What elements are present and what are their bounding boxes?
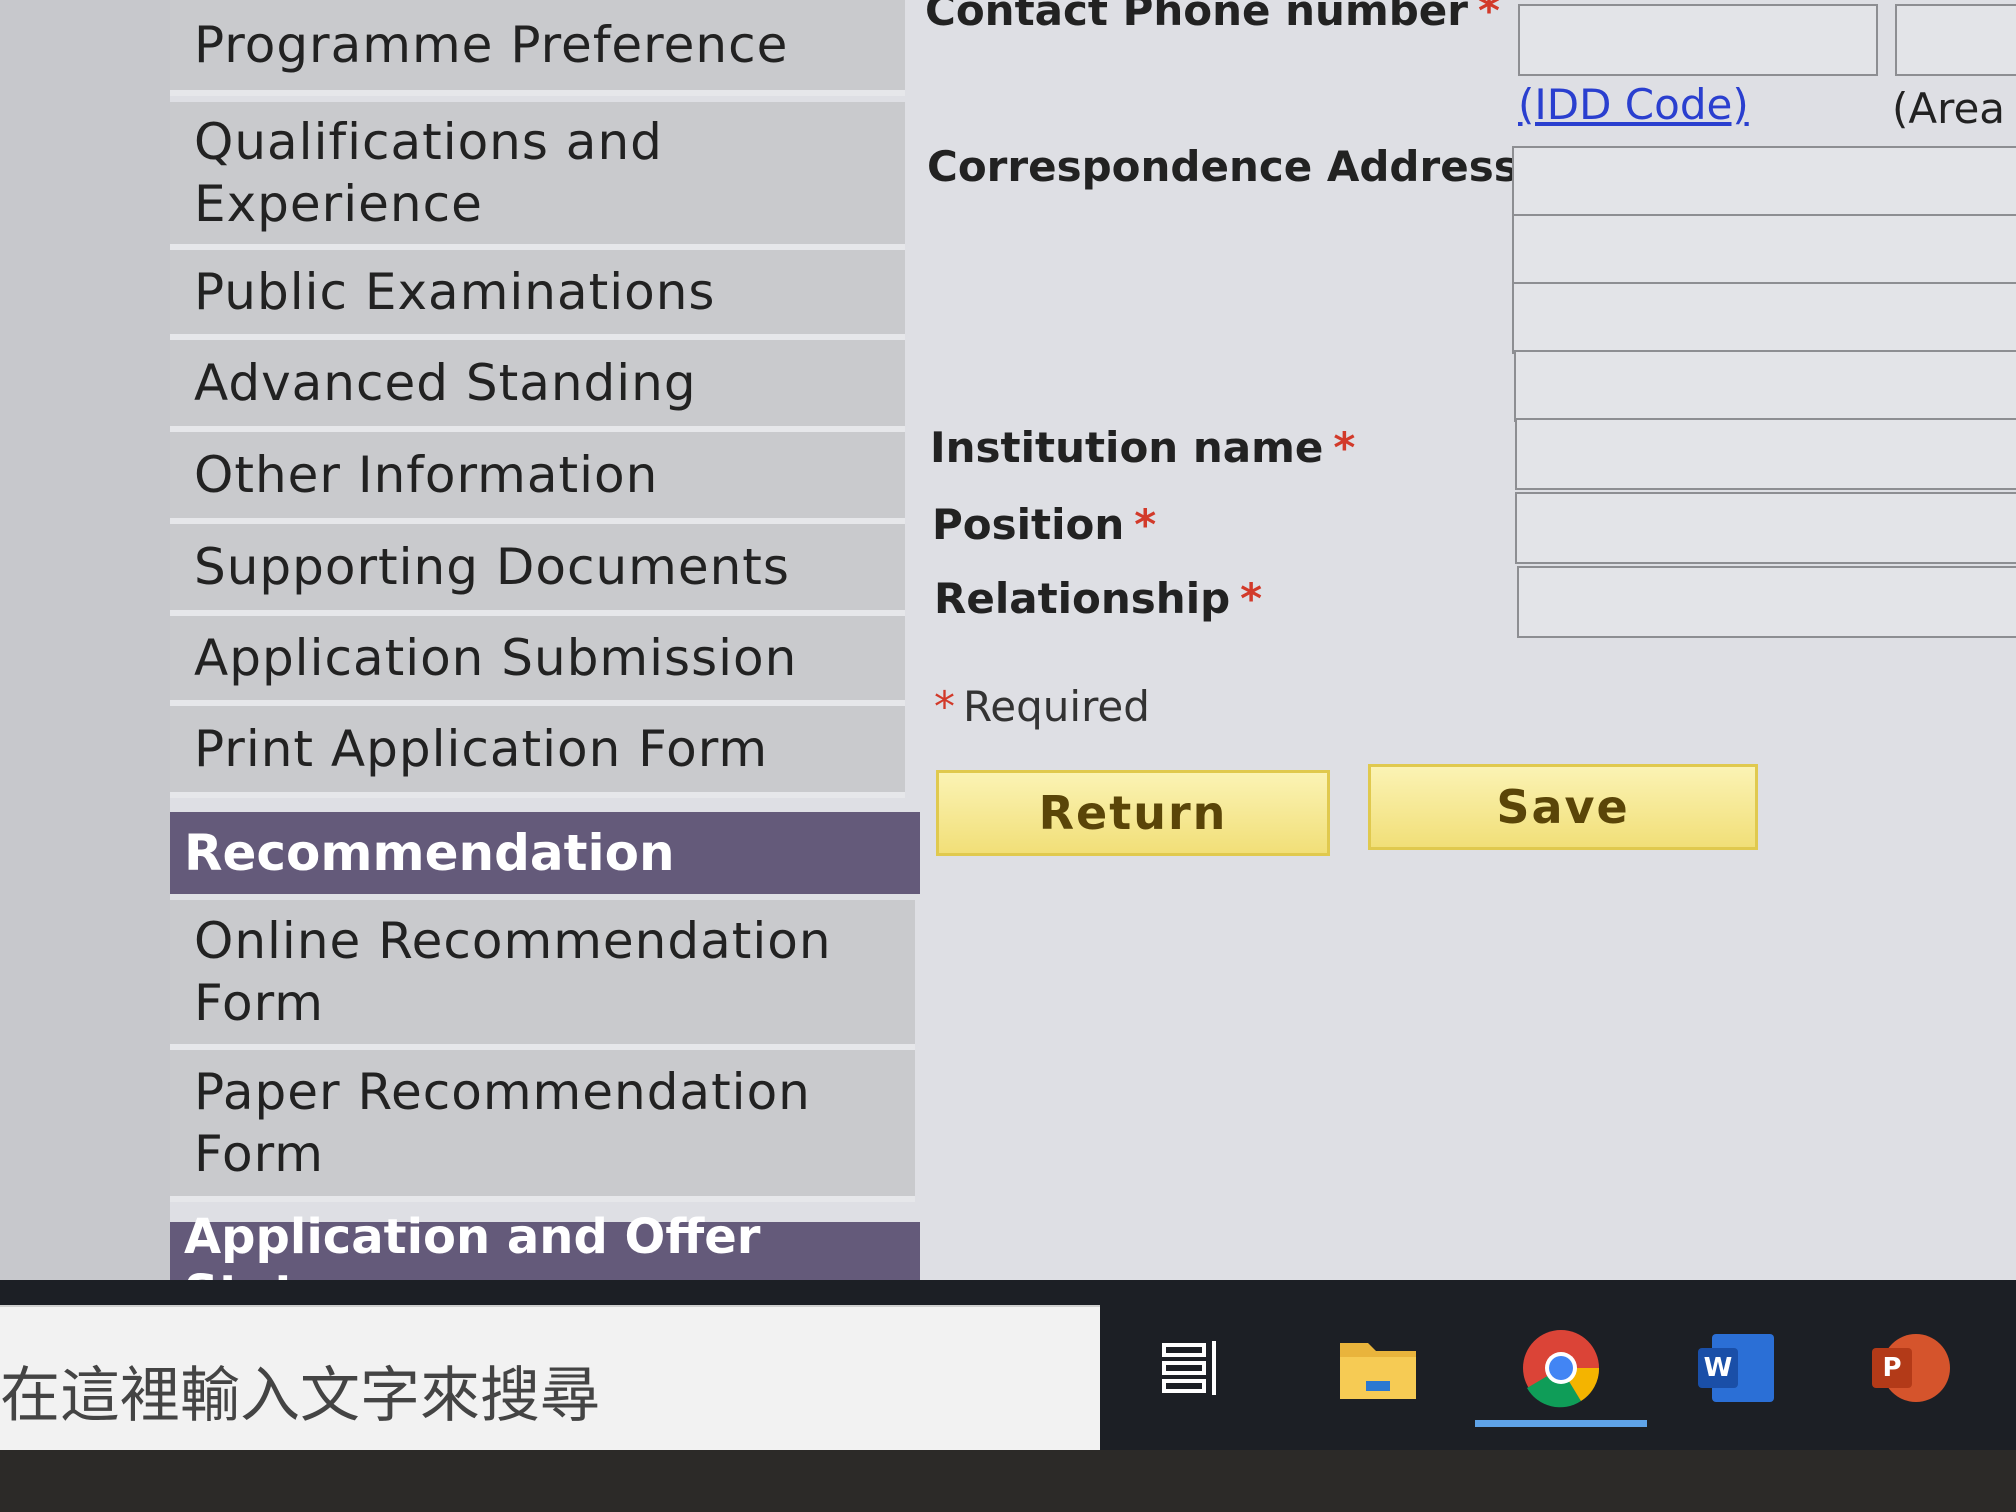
sidebar-item-programme-preference[interactable]: Programme Preference bbox=[170, 0, 905, 96]
search-placeholder: 在這裡輸入文字來搜尋 bbox=[0, 1361, 600, 1431]
sidebar-item-label: Programme Preference bbox=[194, 16, 789, 74]
sidebar-item-public-examinations[interactable]: Public Examinations bbox=[170, 250, 905, 340]
sidebar-item-label: Paper Recommendation Form bbox=[194, 1063, 811, 1183]
position-input[interactable] bbox=[1515, 492, 2016, 564]
contact-phone-label: Contact Phone number * bbox=[925, 0, 1500, 35]
sidebar-item-paper-recommendation[interactable]: Paper Recommendation Form bbox=[170, 1050, 915, 1202]
sidebar-item-label: Other Information bbox=[194, 446, 659, 504]
sidebar-item-other-information[interactable]: Other Information bbox=[170, 432, 905, 524]
section-heading-label: Recommendation bbox=[184, 824, 675, 882]
chrome-icon[interactable] bbox=[1513, 1320, 1609, 1416]
sidebar-item-label: Application Submission bbox=[194, 629, 798, 687]
taskbar-search-box[interactable]: 在這裡輸入文字來搜尋 bbox=[0, 1305, 1100, 1452]
screen-bezel bbox=[0, 0, 170, 1310]
address-line-1-input[interactable] bbox=[1512, 146, 2016, 218]
phone-idd-input[interactable] bbox=[1518, 4, 1878, 76]
relationship-input[interactable] bbox=[1517, 566, 2016, 638]
sidebar-item-print-application-form[interactable]: Print Application Form bbox=[170, 706, 905, 798]
file-explorer-icon[interactable] bbox=[1330, 1320, 1426, 1416]
sidebar-item-label: Supporting Documents bbox=[194, 538, 790, 596]
sidebar-item-label: Qualifications and Experience bbox=[194, 113, 663, 233]
section-heading-recommendation: Recommendation bbox=[170, 812, 920, 894]
save-button[interactable]: Save bbox=[1368, 764, 1758, 850]
sidebar-item-label: Public Examinations bbox=[194, 263, 716, 321]
idd-code-link[interactable]: (IDD Code) bbox=[1518, 80, 1749, 129]
phone-area-input[interactable] bbox=[1895, 4, 2016, 76]
area-code-label: (Area bbox=[1892, 84, 2006, 133]
sidebar-item-qualifications[interactable]: Qualifications and Experience bbox=[170, 102, 905, 250]
sidebar-item-label: Print Application Form bbox=[194, 720, 769, 778]
institution-name-label: Institution name * bbox=[930, 423, 1356, 472]
word-icon[interactable]: W bbox=[1688, 1320, 1784, 1416]
active-app-indicator bbox=[1475, 1420, 1647, 1427]
monitor-bezel-bottom bbox=[0, 1450, 2016, 1512]
address-line-3-input[interactable] bbox=[1512, 282, 2016, 354]
position-label: Position * bbox=[932, 500, 1157, 549]
institution-name-input[interactable] bbox=[1515, 418, 2016, 490]
svg-text:W: W bbox=[1704, 1353, 1733, 1383]
sidebar-nav: Programme Preference Qualifications and … bbox=[170, 0, 920, 1321]
address-line-2-input[interactable] bbox=[1512, 214, 2016, 286]
svg-text:P: P bbox=[1882, 1353, 1901, 1383]
sidebar-item-supporting-documents[interactable]: Supporting Documents bbox=[170, 524, 905, 616]
sidebar-item-advanced-standing[interactable]: Advanced Standing bbox=[170, 340, 905, 432]
powerpoint-icon[interactable]: P bbox=[1862, 1320, 1958, 1416]
sidebar-item-online-recommendation[interactable]: Online Recommendation Form bbox=[170, 900, 915, 1050]
sidebar-item-application-submission[interactable]: Application Submission bbox=[170, 616, 905, 706]
correspondence-address-label: Correspondence Address* bbox=[927, 142, 1551, 191]
relationship-label: Relationship * bbox=[934, 574, 1263, 623]
return-button[interactable]: Return bbox=[936, 770, 1330, 856]
task-view-icon[interactable] bbox=[1143, 1320, 1239, 1416]
sidebar-item-label: Online Recommendation Form bbox=[194, 912, 832, 1032]
address-line-4-input[interactable] bbox=[1514, 350, 2016, 422]
sidebar-item-label: Advanced Standing bbox=[194, 354, 697, 412]
required-note: * Required bbox=[934, 682, 1150, 731]
